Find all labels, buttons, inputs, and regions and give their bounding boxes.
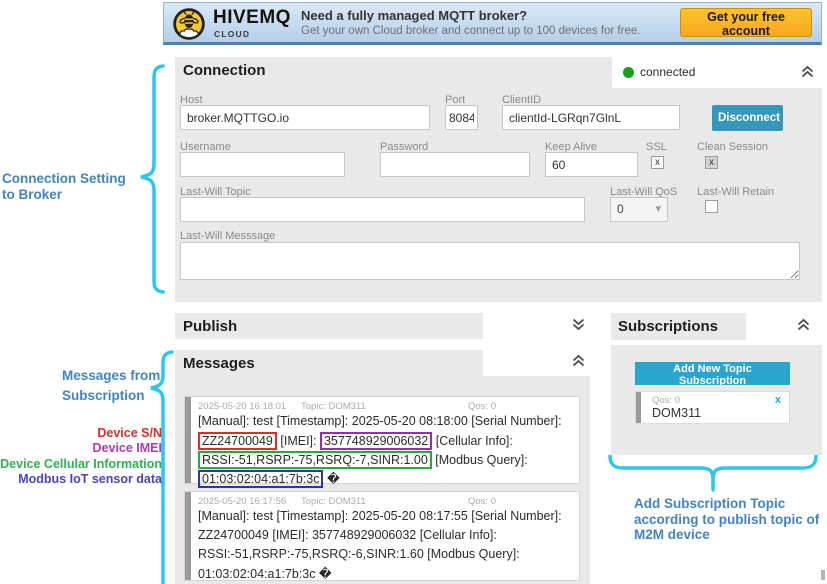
annotation-device-imei: Device IMEI (0, 441, 162, 456)
subscriptions-panel: Add New Topic Subscription Qos: 0 x DOM3… (611, 345, 822, 455)
connection-panel: Connection connected Host Port ClientID … (175, 57, 822, 302)
scrollbar-fragment (821, 570, 825, 580)
lastwill-message-textarea[interactable] (180, 242, 800, 280)
status-dot-icon (623, 67, 634, 78)
chevron-double-up-icon[interactable] (571, 354, 586, 368)
chevron-double-up-icon[interactable] (796, 318, 811, 332)
ssl-label: SSL (646, 141, 667, 153)
messages-header: Messages (175, 350, 483, 376)
lastwill-qos-select[interactable]: 0 ▾ (610, 197, 668, 222)
modbus-highlight: 01:03:02:04:a1:7b:3c (198, 470, 323, 488)
host-input[interactable] (180, 105, 430, 130)
message-handle (185, 397, 191, 483)
message-line: ZZ24700049 [IMEI]: 357748929006032 [Cell… (198, 528, 497, 542)
annotation-device-legend: Device S/N Device IMEI Device Cellular I… (0, 426, 162, 487)
message-line: RSSI:-51,RSRP:-75,RSRQ:-7,SINR:1.00 [Mod… (198, 451, 528, 469)
close-icon[interactable]: x (775, 394, 781, 406)
get-free-account-button[interactable]: Get your free account (680, 8, 812, 37)
chevron-double-down-icon[interactable] (571, 317, 586, 331)
add-subscription-button[interactable]: Add New Topic Subscription (635, 362, 790, 385)
lastwill-qos-value: 0 (617, 202, 624, 216)
connection-status: connected (640, 65, 695, 79)
message-qos: Qos: 0 (468, 496, 496, 507)
publish-header: Publish (175, 313, 483, 339)
message-line: 01:03:02:04:a1:7b:3c � (198, 566, 332, 581)
subscription-qos: Qos: 0 (652, 395, 680, 406)
chevron-down-icon: ▾ (655, 202, 661, 215)
message-time: 2025-05-20 16:17:56 (198, 496, 286, 507)
password-input[interactable] (380, 152, 530, 177)
message-line: [Manual]: test [Timestamp]: 2025-05-20 0… (198, 414, 562, 428)
message-topic: Topic: DOM311 (301, 496, 366, 507)
serial-number-highlight: ZZ24700049 (198, 432, 277, 450)
message-line: RSSI:-51,RSRP:-75,RSRQ:-6,SINR:1.60 [Mod… (198, 547, 520, 561)
username-input[interactable] (180, 152, 345, 177)
clean-session-label: Clean Session (697, 141, 768, 153)
messages-title: Messages (183, 355, 255, 372)
message-line: [Manual]: test [Timestamp]: 2025-05-20 0… (198, 509, 562, 523)
message-line: ZZ24700049 [IMEI]: 357748929006032 [Cell… (198, 432, 513, 450)
message-line: 01:03:02:04:a1:7b:3c � (198, 470, 340, 488)
subscriptions-header: Subscriptions (611, 313, 746, 340)
publish-title: Publish (183, 318, 237, 335)
clientid-input[interactable] (502, 105, 680, 130)
annotation-device-sn: Device S/N (0, 426, 162, 441)
subscription-handle (636, 392, 641, 423)
clean-session-checkbox[interactable]: x (705, 156, 718, 169)
cellular-highlight: RSSI:-51,RSRP:-75,RSRQ:-7,SINR:1.00 (198, 451, 432, 469)
disconnect-button[interactable]: Disconnect (712, 105, 783, 131)
annotation-device-cellular: Device Cellular Information (0, 457, 162, 472)
subscription-item: Qos: 0 x DOM311 (635, 391, 790, 424)
message-card: 2025-05-20 16:17:56 Topic: DOM311 Qos: 0… (184, 491, 580, 581)
message-time: 2025-05-20 16:18:01 (198, 401, 286, 412)
banner-subheadline: Get your own Cloud broker and connect up… (301, 25, 640, 37)
port-input[interactable] (445, 105, 478, 130)
hivemq-brand: HIVEMQ (213, 7, 291, 29)
message-topic: Topic: DOM311 (301, 401, 366, 412)
connection-title: Connection (183, 62, 266, 79)
annotation-add-subscription-topic: Add Subscription Topic according to publ… (634, 496, 827, 543)
subscriptions-title: Subscriptions (618, 318, 718, 335)
subscription-topic: DOM311 (652, 406, 701, 420)
messages-list: 2025-05-20 16:18:01 Topic: DOM311 Qos: 0… (175, 376, 590, 584)
hivemq-banner: HIVEMQ CLOUD Need a fully managed MQTT b… (163, 2, 822, 45)
brace-connection (137, 63, 165, 295)
hivemq-cloud-label: CLOUD (214, 29, 250, 39)
annotation-modbus-data: Modbus IoT sensor data (0, 472, 162, 487)
lastwill-retain-checkbox[interactable] (705, 200, 718, 213)
screenshot-root: HIVEMQ CLOUD Need a fully managed MQTT b… (0, 0, 827, 584)
message-handle (185, 492, 191, 580)
chevron-double-up-icon[interactable] (800, 65, 815, 79)
message-qos: Qos: 0 (468, 401, 496, 412)
keepalive-input[interactable] (545, 152, 638, 177)
lastwill-message-label: Last-Will Messsage (180, 230, 275, 242)
connection-status-tab: connected (612, 57, 822, 88)
ssl-checkbox[interactable]: x (651, 156, 664, 169)
banner-headline: Need a fully managed MQTT broker? (301, 8, 527, 23)
lastwill-topic-input[interactable] (180, 197, 585, 222)
annotation-connection-setting: Connection Setting to Broker (2, 171, 142, 203)
brace-subscription (608, 455, 822, 493)
lastwill-retain-label: Last-Will Retain (697, 186, 774, 198)
message-card: 2025-05-20 16:18:01 Topic: DOM311 Qos: 0… (184, 396, 580, 484)
hivemq-bee-icon[interactable] (172, 7, 206, 41)
imei-highlight: 357748929006032 (320, 432, 432, 450)
